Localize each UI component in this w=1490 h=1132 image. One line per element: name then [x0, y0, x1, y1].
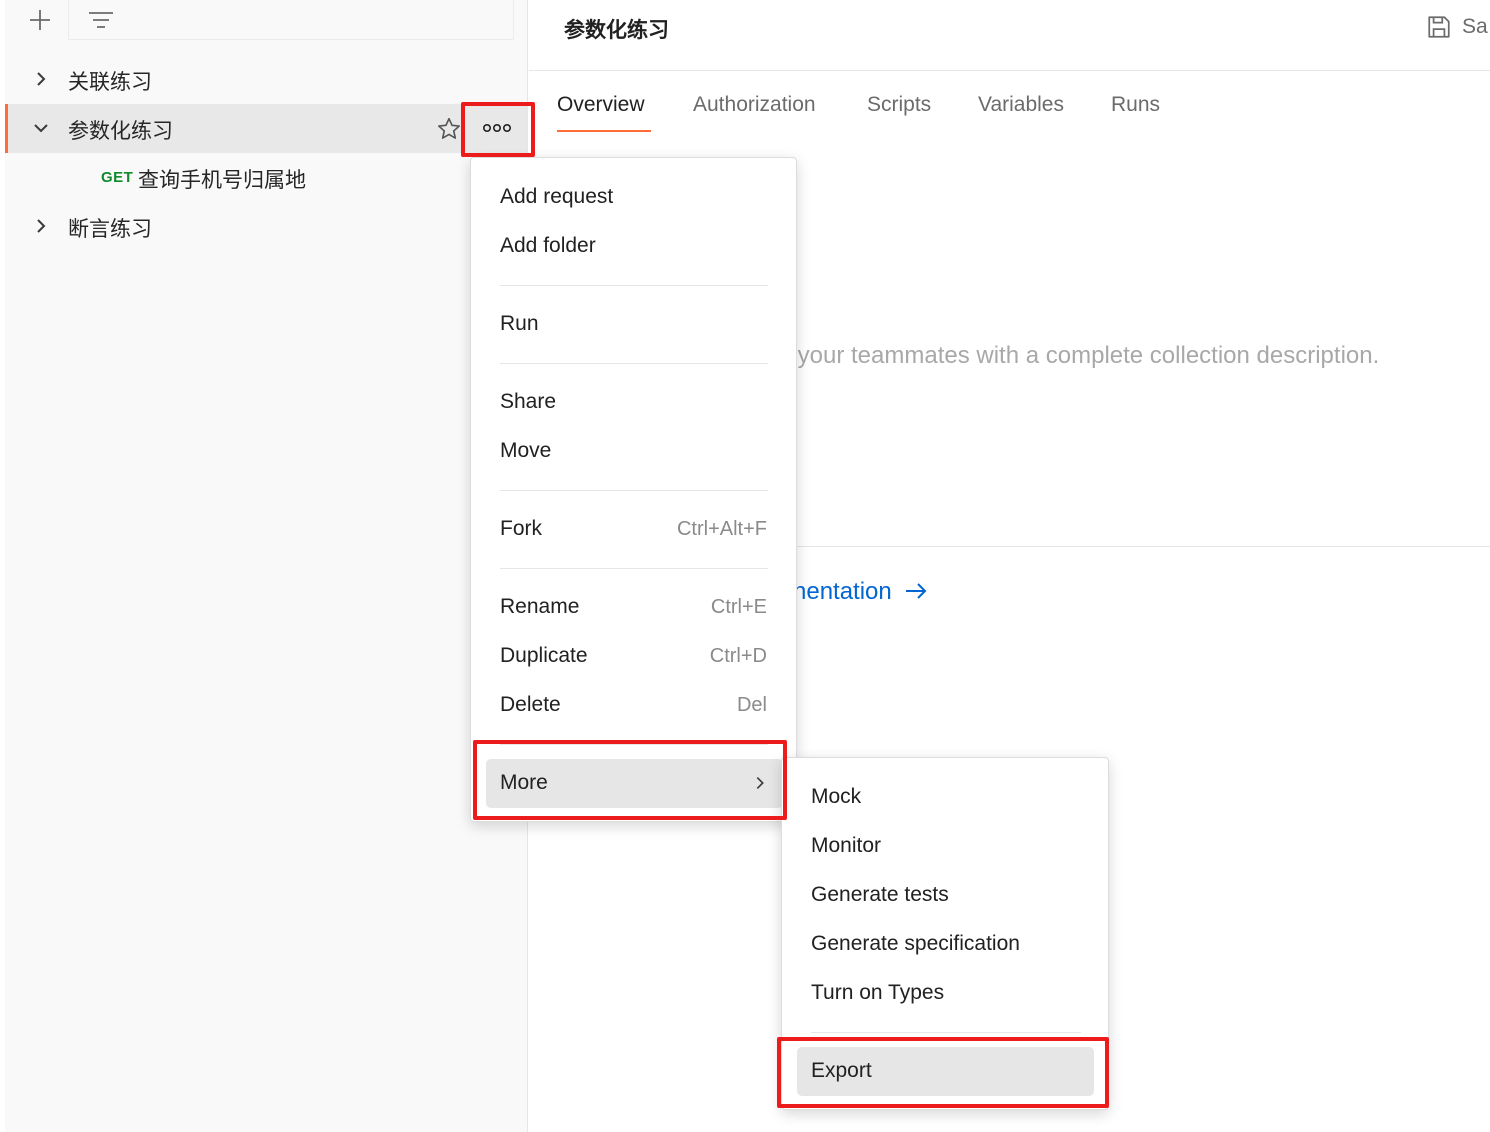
menu-shortcut: Ctrl+Alt+F [676, 518, 767, 540]
menu-item-fork[interactable]: Fork Ctrl+Alt+F [471, 505, 796, 554]
documentation-link[interactable]: nentation [793, 578, 928, 606]
menu-label: Add request [500, 185, 614, 208]
submenu-item-generate-specification[interactable]: Generate specification [782, 920, 1108, 969]
menu-item-rename[interactable]: Rename Ctrl+E [471, 583, 796, 632]
menu-divider [811, 1032, 1081, 1033]
menu-label: Add folder [500, 234, 596, 257]
menu-shortcut: Ctrl+E [710, 596, 767, 618]
menu-label: Fork [500, 517, 542, 540]
menu-item-run[interactable]: Run [471, 300, 796, 349]
collection-label: 参数化练习 [68, 120, 173, 143]
request-item[interactable]: GET 查询手机号归属地 [5, 153, 527, 202]
star-icon[interactable] [436, 116, 462, 142]
menu-item-add-request[interactable]: Add request [471, 173, 796, 222]
arrow-right-icon [906, 583, 927, 599]
menu-divider [500, 285, 768, 286]
tab-runs[interactable]: Runs [1111, 93, 1160, 117]
menu-divider [500, 568, 768, 569]
filter-field[interactable] [68, 0, 514, 40]
collection-context-menu: Add request Add folder Run Share Move Fo… [470, 157, 797, 822]
tab-overview[interactable]: Overview [557, 93, 645, 117]
menu-label: Run [500, 312, 539, 335]
menu-label: Rename [500, 595, 580, 618]
menu-label: Share [500, 390, 557, 413]
menu-divider [500, 490, 768, 491]
page-title: 参数化练习 [564, 19, 669, 42]
menu-label: Monitor [811, 834, 882, 857]
chevron-right-icon[interactable] [31, 69, 51, 89]
tab-variables[interactable]: Variables [978, 93, 1064, 117]
menu-item-move[interactable]: Move [471, 427, 796, 476]
menu-label: Generate specification [811, 932, 1020, 955]
new-button[interactable] [22, 4, 58, 36]
request-label: 查询手机号归属地 [138, 169, 306, 192]
collection-item-parameterization[interactable]: 参数化练习 [5, 104, 527, 153]
description-placeholder[interactable]: r your teammates with a complete collect… [783, 342, 1379, 370]
submenu-item-generate-tests[interactable]: Generate tests [782, 871, 1108, 920]
chevron-down-icon[interactable] [31, 118, 51, 138]
menu-label: Generate tests [811, 883, 949, 906]
save-label: Sa [1462, 15, 1488, 38]
menu-item-duplicate[interactable]: Duplicate Ctrl+D [471, 632, 796, 681]
save-button[interactable]: Sa [1426, 14, 1488, 40]
plus-icon [30, 10, 50, 30]
filter-button[interactable] [84, 4, 118, 36]
menu-shortcut: Ctrl+D [709, 645, 767, 667]
selection-accent [5, 104, 8, 153]
menu-item-share[interactable]: Share [471, 378, 796, 427]
menu-label: Move [500, 439, 552, 462]
documentation-link-label: nentation [793, 578, 892, 605]
menu-label: Duplicate [500, 644, 588, 667]
tab-scripts[interactable]: Scripts [867, 93, 931, 117]
annotation-highlight-more-actions [461, 102, 535, 157]
header-divider [529, 70, 1490, 71]
submenu-item-turn-on-types[interactable]: Turn on Types [782, 969, 1108, 1018]
menu-label: Delete [500, 693, 561, 716]
menu-item-add-folder[interactable]: Add folder [471, 222, 796, 271]
request-method-badge: GET [101, 169, 134, 186]
submenu-item-monitor[interactable]: Monitor [782, 822, 1108, 871]
chevron-right-icon[interactable] [31, 216, 51, 236]
collection-item-assertion[interactable]: 断言练习 [5, 202, 527, 251]
menu-label: Turn on Types [811, 981, 945, 1004]
section-divider [795, 546, 1490, 547]
annotation-highlight-more [473, 740, 787, 820]
save-icon [1428, 16, 1450, 38]
menu-shortcut: Del [736, 694, 767, 716]
sidebar: 关联练习 参数化练习 GET 查询手机号归属地 断言练习 [0, 0, 528, 1132]
annotation-highlight-export [777, 1037, 1109, 1108]
active-tab-indicator [557, 130, 651, 132]
submenu-item-mock[interactable]: Mock [782, 773, 1108, 822]
collection-label: 断言练习 [68, 218, 152, 241]
filter-icon [89, 12, 113, 28]
menu-label: Mock [811, 785, 862, 808]
collection-item-correlation[interactable]: 关联练习 [5, 55, 527, 104]
tab-authorization[interactable]: Authorization [693, 93, 816, 117]
menu-item-delete[interactable]: Delete Del [471, 681, 796, 730]
collection-label: 关联练习 [68, 71, 152, 94]
menu-divider [500, 363, 768, 364]
